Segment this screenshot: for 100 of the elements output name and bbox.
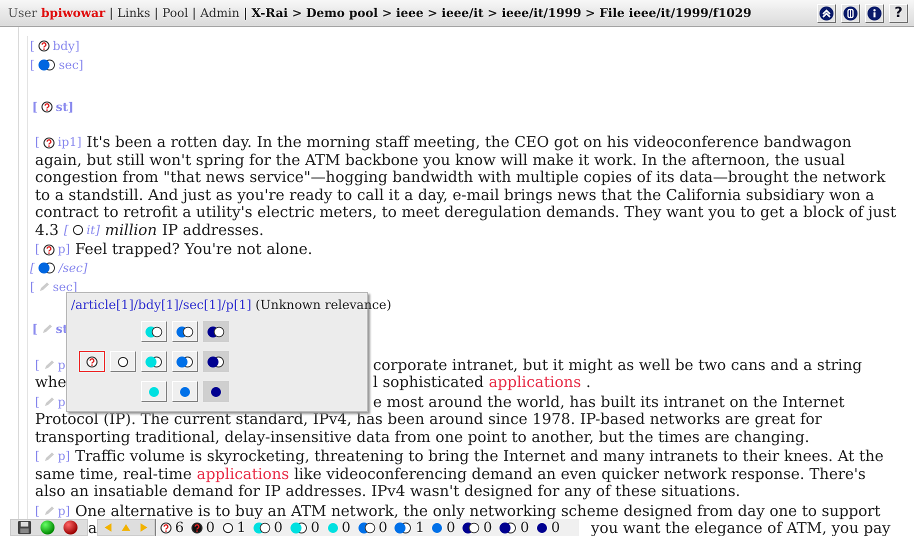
two-circles-icon[interactable]	[38, 58, 56, 70]
two-circles-icon[interactable]	[145, 326, 163, 338]
paragraph-text: e most around the world, has built its intranet on the Internet	[373, 394, 845, 411]
paragraph-text: whe	[35, 374, 66, 392]
paragraph-text: congestion from "that news service"—hogging bandwidth with multiple copies of its data—brought the network	[35, 169, 886, 186]
two-circles-icon[interactable]	[38, 262, 56, 274]
two-circles-icon[interactable]	[176, 356, 194, 368]
up-button[interactable]	[817, 4, 836, 22]
tag-bracket: [	[30, 58, 35, 72]
count-label: 0	[310, 520, 320, 536]
two-circles-icon[interactable]	[145, 356, 163, 368]
count-label: 0	[520, 520, 530, 536]
nav-link[interactable]: Links	[117, 6, 150, 20]
nav-link[interactable]: Pool	[162, 6, 188, 20]
paragraph-text: Traffic volume is skyrocketing, threatening to bring the Internet and many intranets to their knees. At the	[75, 448, 884, 466]
assessment-button[interactable]	[79, 351, 105, 372]
help-button[interactable]: ?	[889, 4, 908, 22]
relevance-status: (Unknown relevance)	[255, 297, 392, 312]
ball-icon[interactable]	[40, 520, 55, 535]
count-label: 0	[378, 520, 388, 536]
breadcrumb-separator: >	[488, 6, 498, 20]
circle-icon	[222, 522, 234, 534]
paragraph-text: .	[586, 374, 591, 392]
tag-label: bdy]	[52, 38, 80, 52]
paragraph-text: Protocol (IP). The current standard, IPv4, has been around since 1978. IP-based networks are great for	[35, 411, 822, 428]
dot-icon[interactable]	[148, 386, 160, 398]
tag-label: p]	[58, 241, 70, 258]
paragraph-text: 4.3	[35, 222, 59, 239]
question-icon[interactable]	[86, 356, 98, 368]
paragraph-text: again, but still won't spring for the ATM backbone you know will make it work. In the afternoon, the usual	[35, 152, 845, 169]
breadcrumb-link[interactable]: ieee/it/1999	[502, 6, 582, 20]
breadcrumb-link[interactable]: Demo pool	[306, 6, 378, 20]
dot-icon	[536, 522, 548, 534]
tag-bracket: [	[32, 322, 38, 336]
question-icon[interactable]	[42, 136, 55, 149]
element-path[interactable]: /article[1]/bdy[1]/sec[1]/p[1]	[71, 297, 252, 312]
highlighted-term: applications	[488, 374, 582, 392]
dot-icon	[431, 522, 444, 534]
tag-label: it]	[86, 222, 100, 238]
tag-bracket: [	[35, 448, 40, 465]
count-label: 0	[274, 520, 283, 536]
breadcrumb-link[interactable]: File ieee/it/1999/f1029	[599, 6, 752, 20]
breadcrumb-separator: >	[292, 6, 302, 20]
tag-label: sec]	[52, 280, 78, 294]
count-label: 0	[551, 520, 560, 536]
paragraph-text: contract to retrofit a utility's electric meters, to meet deregulation demands. They want you to get a block of just	[35, 204, 896, 222]
question-icon	[190, 522, 203, 534]
user-name: bpiwowar	[41, 6, 106, 20]
breadcrumb-link[interactable]: ieee/it	[442, 6, 484, 20]
paragraph-text: It's been a rotten day. In the morning staff meeting, the CEO got on his videoconference bandwagon	[86, 134, 852, 152]
count-label: 1	[236, 520, 246, 536]
paragraph-text: l sophisticated	[373, 374, 484, 392]
dot-icon	[326, 522, 339, 534]
info-button[interactable]	[865, 4, 884, 22]
tag-bracket: [	[30, 261, 35, 275]
paragraph-text: a	[88, 520, 97, 536]
tag-bracket: [	[35, 394, 40, 410]
separator: |	[244, 6, 248, 20]
tag-bracket: [	[35, 356, 40, 374]
separator: |	[192, 6, 196, 20]
breadcrumb-link[interactable]: ieee	[396, 6, 424, 20]
breadcrumb-separator: >	[427, 6, 438, 20]
paragraph-text: to a standstill. And just as you're ready to call it a day, e-mail brings news that the California subsidiary won a	[35, 186, 874, 204]
breadcrumb-separator: >	[585, 6, 596, 20]
tag-label: p	[58, 356, 66, 374]
breadcrumb-link[interactable]: X-Rai	[252, 6, 288, 20]
question-icon[interactable]	[42, 244, 55, 256]
paragraph-text: Feel trapped? You're not alone.	[75, 241, 312, 258]
paragraph-text: you want the elegance of ATM, you pay	[591, 520, 891, 536]
tag-bracket: [	[30, 280, 35, 294]
breadcrumb-separator: >	[382, 6, 392, 20]
circle-icon[interactable]	[72, 224, 84, 236]
tag-label: p]	[58, 448, 70, 465]
two-circles-icon[interactable]	[176, 326, 194, 338]
question-icon	[160, 522, 172, 534]
nav-link[interactable]: Admin	[200, 6, 240, 20]
tag-bracket: [	[35, 502, 40, 520]
tag-label: /sec]	[58, 261, 88, 275]
save-icon[interactable]	[17, 520, 32, 535]
question-icon[interactable]	[40, 100, 53, 112]
two-circles-icon	[499, 522, 518, 534]
circle-icon[interactable]	[117, 356, 129, 368]
tag-label: st]	[56, 100, 74, 114]
paragraph-text: One alternative is to buy an ATM network, the only networking scheme designed from day one to support	[75, 502, 880, 520]
tag-bracket: [	[35, 134, 40, 151]
paragraph-text: corporate intranet, but it might as well be two cans and a string	[373, 356, 862, 374]
dot-icon[interactable]	[179, 386, 191, 398]
count-label: 0	[206, 520, 215, 536]
two-circles-icon	[462, 522, 480, 534]
paragraph-text: also an insatiable demand for IP addresses. IPv4 wasn't designed for any of these situations.	[35, 483, 740, 500]
count-label: 6	[175, 520, 184, 536]
tag-label: p]	[58, 502, 70, 520]
paragraph-text: transporting traditional, delay-insensitive data from one point to another, but the times are changing.	[35, 428, 810, 446]
separator: |	[154, 6, 158, 20]
document-button[interactable]	[841, 4, 860, 22]
separator: |	[109, 6, 114, 20]
tag-label: sec]	[58, 58, 84, 72]
tag-label: p	[58, 394, 66, 410]
question-icon[interactable]	[38, 40, 50, 52]
ball-icon[interactable]	[63, 520, 78, 535]
